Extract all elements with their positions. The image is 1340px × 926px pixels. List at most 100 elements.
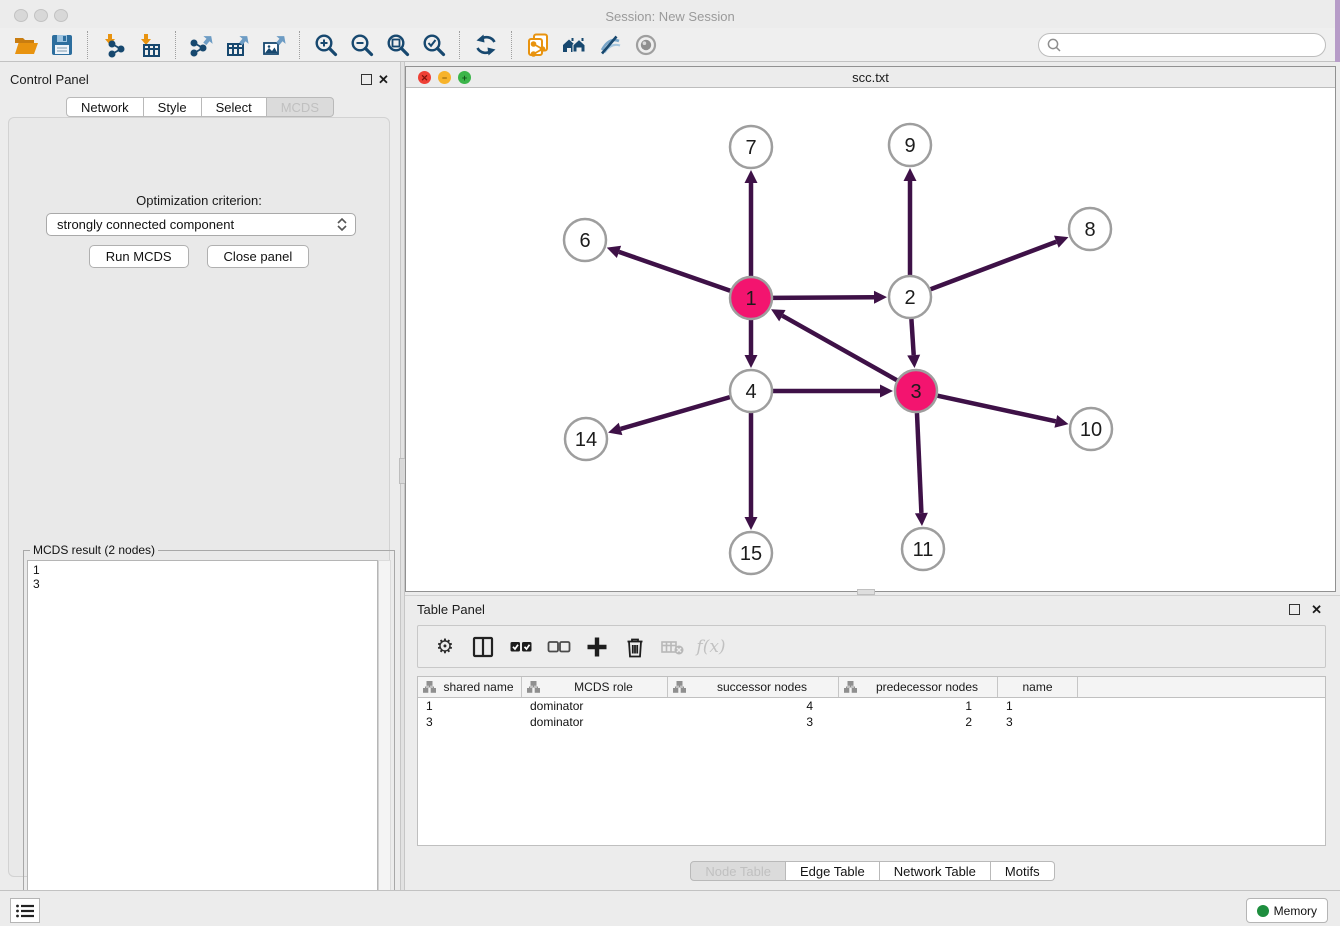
edge-2-8[interactable] — [931, 242, 1057, 290]
two-houses-icon[interactable] — [556, 30, 592, 60]
network-title: scc.txt — [406, 70, 1335, 85]
close-panel-icon[interactable]: ✕ — [378, 74, 389, 85]
column-header-filler — [1078, 677, 1325, 697]
cell-MCDS-role[interactable]: dominator — [522, 714, 668, 730]
trash-icon[interactable] — [618, 631, 652, 663]
search-input[interactable] — [1062, 35, 1325, 55]
column-header-shared-name[interactable]: shared name — [418, 677, 522, 697]
column-layout-icon[interactable] — [466, 631, 500, 663]
edge-arrow-icon — [880, 385, 893, 398]
edge-arrow-icon — [915, 513, 928, 526]
zoom-selected-icon[interactable] — [416, 30, 452, 60]
network-window-titlebar: ✕ − + scc.txt — [406, 67, 1335, 88]
sort-tree-icon — [844, 681, 857, 693]
cell-successor-nodes[interactable]: 3 — [668, 714, 839, 730]
table-row: 1dominator411 — [418, 698, 1325, 714]
window-title: Session: New Session — [0, 9, 1340, 24]
close-table-panel-icon[interactable]: ✕ — [1311, 604, 1322, 615]
node-label-7: 7 — [745, 137, 756, 159]
node-label-6: 6 — [579, 230, 590, 252]
tab-mcds[interactable]: MCDS — [267, 97, 334, 117]
eye-icon[interactable] — [628, 30, 664, 60]
import-network-icon[interactable] — [96, 30, 132, 60]
tab-motifs[interactable]: Motifs — [991, 861, 1055, 881]
refresh-layout-icon[interactable] — [468, 30, 504, 60]
function-builder-icon: f(x) — [694, 631, 728, 663]
cell-name[interactable]: 3 — [998, 714, 1078, 730]
control-panel-title: Control Panel — [10, 72, 89, 87]
zoom-out-icon[interactable] — [344, 30, 380, 60]
cell-shared-name[interactable]: 3 — [418, 714, 522, 730]
edge-3-11[interactable] — [917, 413, 921, 513]
table-toolbar: ⚙ f(x) — [417, 625, 1326, 668]
tab-network-table[interactable]: Network Table — [880, 861, 991, 881]
run-mcds-button[interactable]: Run MCDS — [89, 245, 189, 268]
edge-3-10[interactable] — [937, 396, 1055, 422]
cell-successor-nodes[interactable]: 4 — [668, 698, 839, 714]
network-view-window: ✕ − + scc.txt 7968124314101511 — [405, 66, 1336, 592]
node-label-8: 8 — [1084, 219, 1095, 241]
sort-tree-icon — [423, 681, 436, 693]
table-panel: Table Panel ✕ ⚙f(x) shared nameMCDS role… — [405, 595, 1340, 888]
column-header-successor-nodes[interactable]: successor nodes — [668, 677, 839, 697]
float-table-panel-icon[interactable] — [1289, 604, 1300, 615]
criterion-dropdown[interactable]: strongly connected component — [46, 213, 356, 236]
save-session-icon[interactable] — [44, 30, 80, 60]
zoom-in-icon[interactable] — [308, 30, 344, 60]
copy-network-icon[interactable] — [520, 30, 556, 60]
export-network-icon[interactable] — [184, 30, 220, 60]
memory-button[interactable]: Memory — [1246, 898, 1328, 923]
edge-arrow-icon — [745, 170, 758, 183]
sort-tree-icon — [527, 681, 540, 693]
column-header-MCDS-role[interactable]: MCDS role — [522, 677, 668, 697]
task-history-button[interactable] — [10, 898, 40, 923]
cell-shared-name[interactable]: 1 — [418, 698, 522, 714]
edge-2-3[interactable] — [911, 319, 913, 355]
cell-MCDS-role[interactable]: dominator — [522, 698, 668, 714]
node-label-4: 4 — [745, 381, 756, 403]
add-row-icon[interactable] — [580, 631, 614, 663]
tab-select[interactable]: Select — [202, 97, 267, 117]
node-label-1: 1 — [745, 288, 756, 310]
criterion-value: strongly connected component — [47, 217, 333, 232]
export-image-icon[interactable] — [256, 30, 292, 60]
edge-4-14[interactable] — [621, 397, 730, 429]
dropdown-stepper-icon — [333, 218, 355, 231]
edge-arrow-icon — [745, 355, 758, 368]
tab-style[interactable]: Style — [144, 97, 202, 117]
gear-icon[interactable]: ⚙ — [428, 631, 462, 663]
edge-arrow-icon — [607, 246, 621, 258]
edge-1-2[interactable] — [773, 297, 874, 298]
cell-predecessor-nodes[interactable]: 2 — [839, 714, 998, 730]
control-panel-tabs: NetworkStyleSelectMCDS — [0, 97, 400, 117]
result-scrollbar[interactable] — [378, 560, 391, 924]
export-table-icon[interactable] — [220, 30, 256, 60]
sort-tree-icon — [673, 681, 686, 693]
node-label-15: 15 — [740, 543, 762, 565]
cell-name[interactable]: 1 — [998, 698, 1078, 714]
table-header-row: shared nameMCDS rolesuccessor nodesprede… — [418, 677, 1325, 698]
tab-network[interactable]: Network — [66, 97, 144, 117]
open-file-icon[interactable] — [8, 30, 44, 60]
graphics-details-icon[interactable] — [592, 30, 628, 60]
node-label-14: 14 — [575, 429, 597, 451]
edge-1-6[interactable] — [619, 252, 730, 291]
network-canvas[interactable]: 7968124314101511 — [406, 88, 1335, 591]
column-header-predecessor-nodes[interactable]: predecessor nodes — [839, 677, 998, 697]
edge-arrow-icon — [874, 291, 887, 304]
import-table-icon[interactable] — [132, 30, 168, 60]
float-panel-icon[interactable] — [361, 74, 372, 85]
cell-predecessor-nodes[interactable]: 1 — [839, 698, 998, 714]
column-header-name[interactable]: name — [998, 677, 1078, 697]
mcds-result-text[interactable]: 1 3 — [27, 560, 378, 924]
tab-node-table[interactable]: Node Table — [690, 861, 786, 881]
select-all-icon[interactable] — [504, 631, 538, 663]
toolbar-separator — [459, 31, 461, 59]
close-panel-button[interactable]: Close panel — [207, 245, 310, 268]
edge-3-1[interactable] — [782, 316, 896, 381]
deselect-all-icon[interactable] — [542, 631, 576, 663]
tab-edge-table[interactable]: Edge Table — [786, 861, 880, 881]
node-label-10: 10 — [1080, 419, 1102, 441]
node-label-9: 9 — [904, 135, 915, 157]
zoom-fit-icon[interactable] — [380, 30, 416, 60]
